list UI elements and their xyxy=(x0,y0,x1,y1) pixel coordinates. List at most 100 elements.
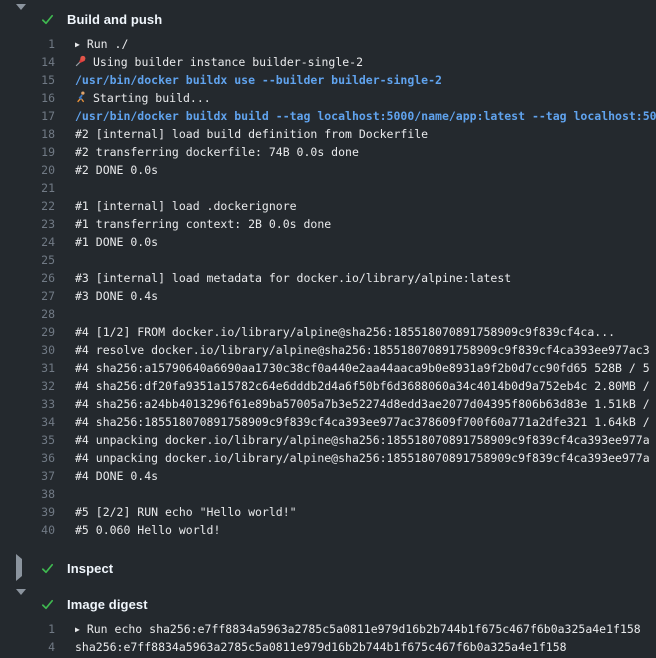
log-line: 28 xyxy=(0,305,656,323)
section-header[interactable]: Inspect xyxy=(0,555,656,581)
collapse-triangle-icon[interactable] xyxy=(16,10,28,28)
line-number[interactable]: 25 xyxy=(0,251,55,269)
log-section: Build and push 1▶Run ./14Using builder in… xyxy=(0,6,656,545)
line-number[interactable]: 17 xyxy=(0,107,55,125)
line-number[interactable]: 28 xyxy=(0,305,55,323)
line-number[interactable]: 4 xyxy=(0,638,55,656)
log-text: #4 [1/2] FROM docker.io/library/alpine@s… xyxy=(55,323,656,341)
actions-log-viewer: Build and push1▶Run ./14Using builder in… xyxy=(0,0,656,658)
log-text: #1 [internal] load .dockerignore xyxy=(55,197,656,215)
log-line: 31#4 sha256:a15790640a6690aa1730c38cf0a4… xyxy=(0,359,656,377)
line-number[interactable]: 40 xyxy=(0,521,55,539)
section-title: Inspect xyxy=(67,561,113,576)
line-number[interactable]: 27 xyxy=(0,287,55,305)
line-number[interactable]: 21 xyxy=(0,179,55,197)
log-text: #3 [internal] load metadata for docker.i… xyxy=(55,269,656,287)
line-number[interactable]: 26 xyxy=(0,269,55,287)
log-line: 33#4 sha256:a24bb4013296f61e89ba57005a7b… xyxy=(0,395,656,413)
status-success-icon xyxy=(40,597,55,612)
log-line: 22#1 [internal] load .dockerignore xyxy=(0,197,656,215)
line-number[interactable]: 20 xyxy=(0,161,55,179)
line-number[interactable]: 30 xyxy=(0,341,55,359)
log-line: 14Using builder instance builder-single-… xyxy=(0,53,656,71)
section-header[interactable]: Image digest xyxy=(0,591,656,617)
line-number[interactable]: 35 xyxy=(0,431,55,449)
line-number[interactable]: 31 xyxy=(0,359,55,377)
log-text: ▶Run ./ xyxy=(55,35,656,53)
log-text: #5 0.060 Hello world! xyxy=(55,521,656,539)
line-number[interactable]: 29 xyxy=(0,323,55,341)
log-text: #4 unpacking docker.io/library/alpine@sh… xyxy=(55,431,656,449)
log-line: 17/usr/bin/docker buildx build --tag loc… xyxy=(0,107,656,125)
log-line: 36#4 unpacking docker.io/library/alpine@… xyxy=(0,449,656,467)
log-line: 25 xyxy=(0,251,656,269)
log-text: Starting build... xyxy=(55,89,656,107)
log-line: 30#4 resolve docker.io/library/alpine@sh… xyxy=(0,341,656,359)
line-number[interactable]: 22 xyxy=(0,197,55,215)
log-text: #4 resolve docker.io/library/alpine@sha2… xyxy=(55,341,656,359)
log-text: Using builder instance builder-single-2 xyxy=(55,53,656,71)
line-number[interactable]: 33 xyxy=(0,395,55,413)
log-text: #4 sha256:185518070891758909c9f839cf4ca3… xyxy=(55,413,656,431)
log-line: 34#4 sha256:185518070891758909c9f839cf4c… xyxy=(0,413,656,431)
log-text: sha256:e7ff8834a5963a2785c5a0811e979d16b… xyxy=(55,638,656,656)
log-text: #4 DONE 0.4s xyxy=(55,467,656,485)
section-header[interactable]: Build and push xyxy=(0,6,656,32)
run-expander-icon[interactable]: ▶ xyxy=(75,36,80,53)
line-number[interactable]: 23 xyxy=(0,215,55,233)
log-text: #4 unpacking docker.io/library/alpine@sh… xyxy=(55,449,656,467)
line-number[interactable]: 37 xyxy=(0,467,55,485)
line-number[interactable]: 34 xyxy=(0,413,55,431)
log-text: #2 [internal] load build definition from… xyxy=(55,125,656,143)
log-line: 1▶Run ./ xyxy=(0,35,656,53)
log-text xyxy=(55,251,656,269)
log-line: 16Starting build... xyxy=(0,89,656,107)
log-lines: 1▶Run ./14Using builder instance builder… xyxy=(0,32,656,545)
status-success-icon xyxy=(40,12,55,27)
log-line: 15/usr/bin/docker buildx use --builder b… xyxy=(0,71,656,89)
log-line: 37#4 DONE 0.4s xyxy=(0,467,656,485)
log-text: #2 transferring dockerfile: 74B 0.0s don… xyxy=(55,143,656,161)
log-text: #4 sha256:a15790640a6690aa1730c38cf0a440… xyxy=(55,359,656,377)
log-text: #4 sha256:df20fa9351a15782c64e6dddb2d4a6… xyxy=(55,377,656,395)
log-text: #5 [2/2] RUN echo "Hello world!" xyxy=(55,503,656,521)
log-line: 1▶Run echo sha256:e7ff8834a5963a2785c5a0… xyxy=(0,620,656,638)
log-line: 35#4 unpacking docker.io/library/alpine@… xyxy=(0,431,656,449)
log-line: 27#3 DONE 0.4s xyxy=(0,287,656,305)
log-section: Inspect xyxy=(0,555,656,581)
log-line: 38 xyxy=(0,485,656,503)
log-line: 20#2 DONE 0.0s xyxy=(0,161,656,179)
line-number[interactable]: 16 xyxy=(0,89,55,107)
log-text xyxy=(55,305,656,323)
log-text xyxy=(55,179,656,197)
log-text: ▶Run echo sha256:e7ff8834a5963a2785c5a08… xyxy=(55,620,656,638)
log-line: 4sha256:e7ff8834a5963a2785c5a0811e979d16… xyxy=(0,638,656,656)
log-lines: 1▶Run echo sha256:e7ff8834a5963a2785c5a0… xyxy=(0,617,656,658)
log-text: #1 DONE 0.0s xyxy=(55,233,656,251)
section-title: Build and push xyxy=(67,12,162,27)
log-text: #3 DONE 0.4s xyxy=(55,287,656,305)
log-line: 26#3 [internal] load metadata for docker… xyxy=(0,269,656,287)
log-section: Image digest 1▶Run echo sha256:e7ff8834a5… xyxy=(0,591,656,658)
log-line: 40#5 0.060 Hello world! xyxy=(0,521,656,539)
line-number[interactable]: 15 xyxy=(0,71,55,89)
log-line: 18#2 [internal] load build definition fr… xyxy=(0,125,656,143)
log-line: 29#4 [1/2] FROM docker.io/library/alpine… xyxy=(0,323,656,341)
line-number[interactable]: 32 xyxy=(0,377,55,395)
status-success-icon xyxy=(40,561,55,576)
line-number[interactable]: 14 xyxy=(0,53,55,71)
expand-triangle-icon[interactable] xyxy=(16,559,28,577)
log-text: #2 DONE 0.0s xyxy=(55,161,656,179)
line-number[interactable]: 18 xyxy=(0,125,55,143)
line-number[interactable]: 36 xyxy=(0,449,55,467)
section-title: Image digest xyxy=(67,597,148,612)
log-line: 24#1 DONE 0.0s xyxy=(0,233,656,251)
line-number[interactable]: 24 xyxy=(0,233,55,251)
line-number[interactable]: 1 xyxy=(0,35,55,53)
line-number[interactable]: 38 xyxy=(0,485,55,503)
line-number[interactable]: 19 xyxy=(0,143,55,161)
line-number[interactable]: 39 xyxy=(0,503,55,521)
collapse-triangle-icon[interactable] xyxy=(16,595,28,613)
line-number[interactable]: 1 xyxy=(0,620,55,638)
run-expander-icon[interactable]: ▶ xyxy=(75,621,80,638)
